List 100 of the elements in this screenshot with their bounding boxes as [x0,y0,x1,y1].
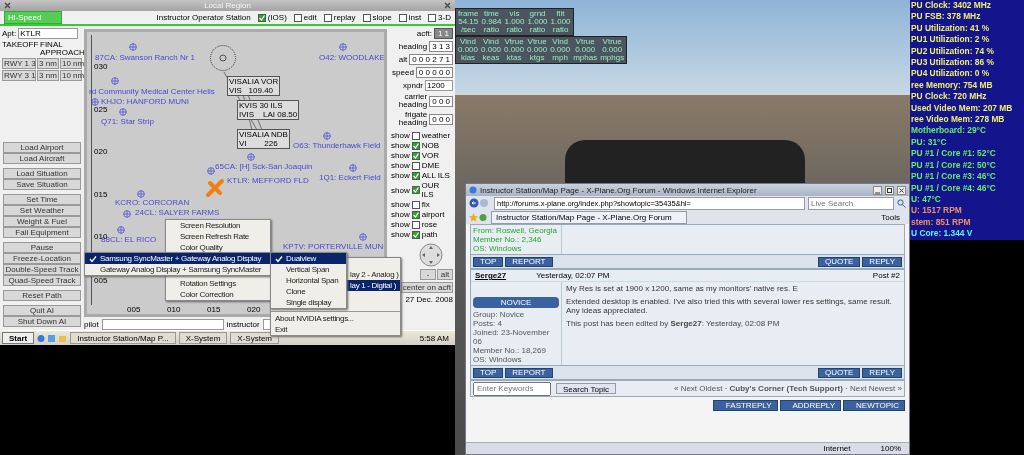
post-button[interactable]: QUOTE [817,367,861,378]
post-button[interactable]: REPLY [862,256,902,267]
menu-item[interactable]: Exit [271,324,400,335]
back-forward-icon[interactable] [469,198,491,208]
menu-item[interactable]: Samsung SyncMaster + Gateway Analog Display [85,253,270,264]
menu-item[interactable]: Horizontal Span [271,275,346,286]
command-button[interactable]: Reset Path [3,290,81,301]
menu-item[interactable]: About NVIDIA settings... [271,313,400,324]
navaid-box[interactable]: VISALIA VOR VIS 109.40 [227,76,281,96]
command-button[interactable]: Set Time [3,194,81,205]
menu-item[interactable]: Dualview [271,253,346,264]
command-button[interactable]: Load Aircraft [3,153,81,164]
post-button[interactable]: TOP [473,256,504,267]
post-button[interactable]: REPORT [505,256,553,267]
approach-button[interactable]: 10 nm [60,70,82,81]
approach-button[interactable]: 3 nm [37,58,59,69]
menu-item[interactable]: Rotation Settings [176,278,270,289]
menu-item[interactable]: Gateway Analog Display + Samsung SyncMaster [85,264,270,275]
digit-field[interactable]: 0 0 0 [429,113,453,125]
direction-pad-icon[interactable] [419,243,443,267]
post-button[interactable]: QUOTE [817,256,861,267]
browser-tab[interactable]: Instructor Station/Map Page - X-Plane.Org Forum [491,210,687,224]
aircraft-selector[interactable]: 1 1 [433,28,453,39]
menu-item[interactable]: lay 1 - Digital ) [347,280,400,291]
runway-button[interactable]: RWY 3 1 [2,70,36,81]
action-button[interactable]: FASTREPLY [712,400,778,411]
command-button[interactable]: Weight & Fuel [3,216,81,227]
checkbox[interactable] [411,186,420,194]
checkbox[interactable] [293,13,302,22]
menu-item[interactable]: Screen Refresh Rate [176,231,270,242]
taskbar-item[interactable]: X-System [230,332,280,344]
pilot-field[interactable] [101,319,224,330]
zoom-button[interactable]: - [420,269,436,280]
close-icon[interactable] [4,2,11,9]
digit-field[interactable]: 0 0 0 2 7 1 [409,54,453,65]
keyword-field[interactable]: Enter Keywords [473,381,551,396]
zoom-button[interactable]: alt [437,269,453,280]
menu-item[interactable]: Single display [271,297,346,308]
airport-icon[interactable] [91,98,99,106]
checkbox[interactable] [323,13,332,22]
search-button[interactable]: Search Topic [556,383,617,394]
checkbox[interactable] [411,151,420,160]
search-icon[interactable] [897,198,906,208]
action-button[interactable]: NEWTOPIC [843,400,905,411]
taskbar-item[interactable]: Instructor Station/Map P... [70,332,176,344]
approach-button[interactable]: 3 nm [37,70,59,81]
checkbox[interactable] [411,141,420,150]
menu-item[interactable]: Clone [271,286,346,297]
checkbox[interactable] [411,171,420,180]
menu-item[interactable]: Color Quality [176,242,270,253]
checkbox[interactable] [398,13,407,22]
checkbox[interactable] [257,13,266,22]
checkbox[interactable] [411,200,420,209]
close-icon[interactable] [444,2,451,9]
airport-field[interactable]: KTLR [18,28,79,39]
command-button[interactable]: Set Weather [3,205,81,216]
navaid-box[interactable]: KVIS 30 ILS IVIS LAI 08.50 [237,100,300,120]
checkbox[interactable] [411,131,420,140]
menu-item[interactable]: Screen Resolution [176,220,270,231]
checkbox[interactable] [362,13,371,22]
zoom-level[interactable]: 100% [880,444,901,453]
runway-button[interactable]: RWY 1 3 [2,58,36,69]
command-button[interactable]: Quit AI [3,305,81,316]
command-button[interactable]: Shut Down AI [3,316,81,327]
menu-item[interactable]: Vertical Span [271,264,346,275]
post-button[interactable]: REPLY [862,367,902,378]
center-button[interactable]: center on acft [400,282,453,293]
checkbox[interactable] [428,13,437,22]
digit-field[interactable]: 0 0 0 [429,95,453,107]
tools-menu[interactable]: Tools [881,212,906,222]
maximize-icon[interactable] [885,185,894,195]
post-button[interactable]: REPORT [505,367,553,378]
menu-item[interactable]: Color Correction [176,289,270,300]
command-button[interactable]: Load Situation [3,168,81,179]
command-button[interactable]: Pause [3,242,81,253]
command-button[interactable]: Quad-Speed Track [3,275,81,286]
checkbox[interactable] [411,220,420,229]
search-field[interactable]: Live Search [808,196,894,210]
navaid-box[interactable]: VISALIA NDB VI 226 [237,129,290,149]
post-number[interactable]: Post #2 [872,271,900,280]
transponder-field[interactable]: 1200 [425,80,453,91]
approach-button[interactable]: 10 nm [60,58,82,69]
favorites-icon[interactable] [469,212,487,222]
checkbox[interactable] [411,161,420,170]
menu-item[interactable]: lay 2 - Analog ) [347,269,400,280]
command-button[interactable]: Load Airport [3,142,81,153]
command-button[interactable]: Fail Equipment [3,227,81,238]
author-link[interactable]: Serge27 [475,271,507,280]
post-button[interactable]: TOP [473,367,504,378]
checkbox[interactable] [411,210,420,219]
digit-field[interactable]: 0 0 0 0 0 [415,67,453,78]
close-icon[interactable] [897,185,906,195]
topic-navigation[interactable]: « Next Oldest · Cuby's Corner (Tech Support) · Next Newest » [673,384,902,393]
command-button[interactable]: Save Situation [3,179,81,190]
digit-field[interactable]: 3 1 3 [429,41,453,52]
taskbar-item[interactable]: X-System [178,332,228,344]
quick-launch-icon[interactable] [37,333,68,343]
action-button[interactable]: ADDREPLY [779,400,842,411]
checkbox[interactable] [411,230,420,239]
start-button[interactable]: Start [2,332,35,344]
